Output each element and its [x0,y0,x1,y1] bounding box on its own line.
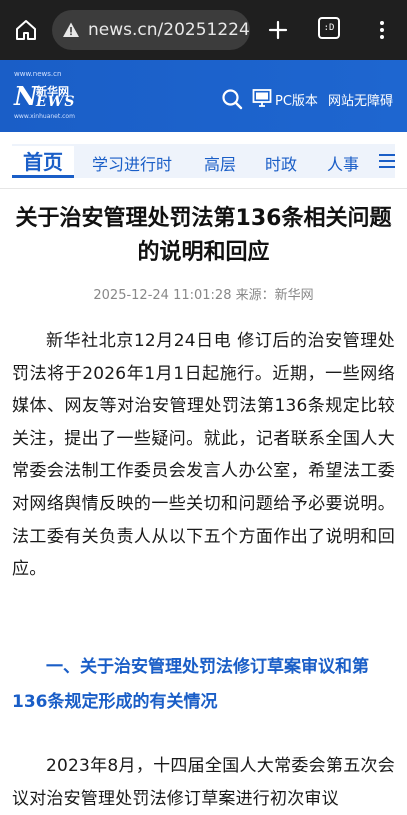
site-header: www.news.cn N 新华网 EWS www.xinhuanet.com … [0,60,407,132]
monitor-icon[interactable] [252,88,272,108]
tab-count: :D [323,23,335,33]
address-bar[interactable]: news.cn/20251224/8 [52,10,250,50]
nav-menu-icon[interactable] [378,152,396,170]
browser-toolbar: news.cn/20251224/8 :D [0,0,407,60]
new-tab-icon[interactable] [264,16,292,44]
tab-switcher-button[interactable]: :D [318,17,340,39]
channel-nav: 首页 学习进行时 高层 时政 人事 [0,132,407,189]
nav-item-politics[interactable]: 时政 [265,151,297,175]
nav-item-study[interactable]: 学习进行时 [92,151,172,175]
pc-version-link[interactable]: PC版本 [275,90,318,109]
accessibility-link[interactable]: 网站无障碍 [328,90,393,109]
nav-item-leadership[interactable]: 高层 [204,151,236,175]
section-heading: 一、关于治安管理处罚法修订草案审议和第136条规定形成的有关情况 [12,657,369,712]
site-info-icon[interactable] [62,21,80,39]
article-paragraph: 2023年8月，十四届全国人大常委会第五次会议对治安管理处罚法修订草案进行初次审… [12,756,395,809]
article-title: 关于治安管理处罚法第136条相关问题的说明和回应 [15,206,392,265]
nav-item-home[interactable]: 首页 [12,146,74,178]
xinhua-logo[interactable]: www.news.cn N 新华网 EWS www.xinhuanet.com [14,70,94,122]
article-paragraph: 新华社北京12月24日电 修订后的治安管理处罚法将于2026年1月1日起施行。近… [12,331,395,580]
url-text[interactable]: news.cn/20251224/8 [88,20,250,40]
nav-item-personnel[interactable]: 人事 [327,151,359,175]
article-meta: 2025-12-24 11:01:28 来源：新华网 [93,288,314,303]
more-menu-icon[interactable] [368,16,396,44]
search-icon[interactable] [221,88,243,110]
home-icon[interactable] [12,16,40,44]
